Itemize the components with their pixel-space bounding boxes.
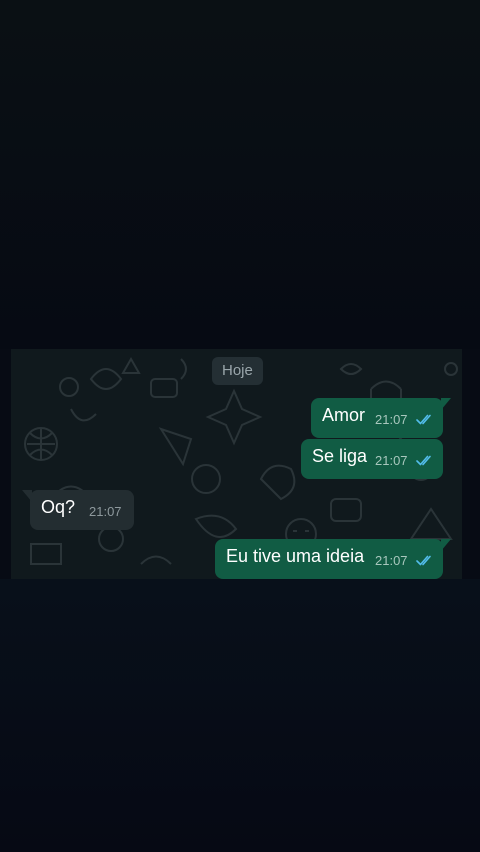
message-bubble-incoming[interactable]: Oq? 21:07 [22,490,134,530]
message-text: Se liga [312,446,368,466]
message-bubble-outgoing[interactable]: Amor 21:07 [311,398,451,438]
message-text: Oq? [41,497,76,517]
message-time: 21:07 [89,504,122,519]
bottom-black-bar [0,579,480,852]
message-text: Eu tive uma ideia [226,546,365,566]
message-text: Amor [322,405,366,425]
top-black-bar [0,0,480,349]
message-time: 21:07 [375,453,408,468]
bubble-tail [441,539,451,551]
message-bubble-outgoing[interactable]: Eu tive uma ideia 21:07 [215,539,451,579]
bubble-tail [22,490,32,502]
chat-screenshot: Hoje Amor 21:07 Se liga 21:07 Oq? 21:07 … [11,349,462,579]
date-separator: Hoje [212,357,263,385]
message-time: 21:07 [375,412,408,427]
double-check-icon [416,455,431,466]
double-check-icon [416,555,431,566]
message-bubble-outgoing[interactable]: Se liga 21:07 [301,439,443,479]
message-time: 21:07 [375,553,408,568]
bubble-tail [441,398,451,410]
double-check-icon [416,414,431,425]
